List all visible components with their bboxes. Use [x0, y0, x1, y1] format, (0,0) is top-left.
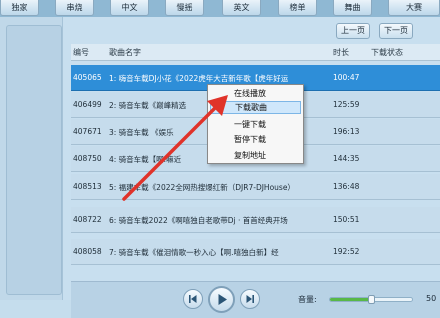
song-number: 407671	[73, 127, 102, 136]
song-row-7[interactable]: 408058 7: 骑音车载《催泪情歌一秒入心【啊.嘻独白新】经 192:52	[71, 239, 440, 265]
category-tab-chinese[interactable]: 中文	[110, 0, 149, 16]
category-tab-charts[interactable]: 榜单	[278, 0, 317, 16]
column-header-title: 歌曲名字	[109, 48, 141, 57]
category-tab-dance[interactable]: 舞曲	[333, 0, 372, 16]
category-tab-medley[interactable]: 串烧	[55, 0, 94, 16]
menu-item-copy-address[interactable]: 复制地址	[210, 149, 301, 162]
skip-next-icon	[246, 295, 254, 303]
category-tab-slow-rock[interactable]: 慢摇	[165, 0, 204, 16]
menu-item-pause-download[interactable]: 暂停下载	[210, 133, 301, 146]
song-title: 7: 骑音车载《催泪情歌一秒入心【啊.嘻独白新】经	[109, 248, 279, 257]
song-duration: 125:59	[333, 100, 360, 109]
song-number: 408058	[73, 247, 102, 256]
left-side-panel	[0, 17, 63, 300]
song-row-6[interactable]: 408722 6: 骑音车载2022《啊嘻独自老歌带Dj · 首首经典开场 15…	[71, 207, 440, 233]
song-number: 408513	[73, 182, 102, 191]
column-header-number: 编号	[73, 48, 89, 57]
volume-value: 50	[426, 294, 437, 303]
song-table-header: 编号 歌曲名字 时长 下载状态	[71, 44, 440, 61]
song-duration: 196:13	[333, 127, 360, 136]
song-row-5[interactable]: 408513 5: 福建车载《2022全网热搜爆红新（DJR7-DJHouse）…	[71, 174, 440, 200]
menu-item-download-song[interactable]: 下载歌曲	[210, 101, 301, 114]
song-title: 6: 骑音车载2022《啊嘻独自老歌带Dj · 首首经典开场	[109, 216, 288, 225]
prev-page-button[interactable]: 上一页	[336, 23, 370, 39]
category-tab-contest[interactable]: 大赛	[388, 0, 440, 16]
menu-item-play-online[interactable]: 在线播放	[210, 87, 301, 100]
menu-item-one-click-download[interactable]: 一键下载	[210, 118, 301, 131]
category-tab-exclusive[interactable]: 独家	[0, 0, 39, 16]
skip-previous-icon	[189, 295, 197, 303]
song-duration: 100:47	[333, 73, 360, 82]
song-duration: 150:51	[333, 215, 360, 224]
category-tab-english[interactable]: 英文	[222, 0, 261, 16]
song-duration: 136:48	[333, 182, 360, 191]
category-tab-bar: 独家 串烧 中文 慢摇 英文 榜单 舞曲 大赛	[0, 0, 440, 17]
song-number: 408722	[73, 215, 102, 224]
song-duration: 144:35	[333, 154, 360, 163]
song-number: 408750	[73, 154, 102, 163]
song-duration: 192:52	[333, 247, 360, 256]
next-page-button[interactable]: 下一页	[379, 23, 413, 39]
song-title: 5: 福建车载《2022全网热搜爆红新（DJR7-DJHouse）	[109, 183, 295, 192]
song-number: 406499	[73, 100, 102, 109]
context-menu: 在线播放 下载歌曲 一键下载 暂停下载 复制地址	[207, 84, 304, 164]
song-number: 405065	[73, 73, 102, 82]
skip-previous-button[interactable]	[183, 289, 203, 309]
column-header-duration: 时长	[333, 48, 349, 57]
column-header-status: 下载状态	[371, 48, 403, 57]
song-title: 1: 嗨音车载DJ小花《2022虎年大吉新年歌【虎年好运	[109, 74, 289, 83]
skip-next-button[interactable]	[240, 289, 260, 309]
left-side-list	[6, 25, 62, 295]
